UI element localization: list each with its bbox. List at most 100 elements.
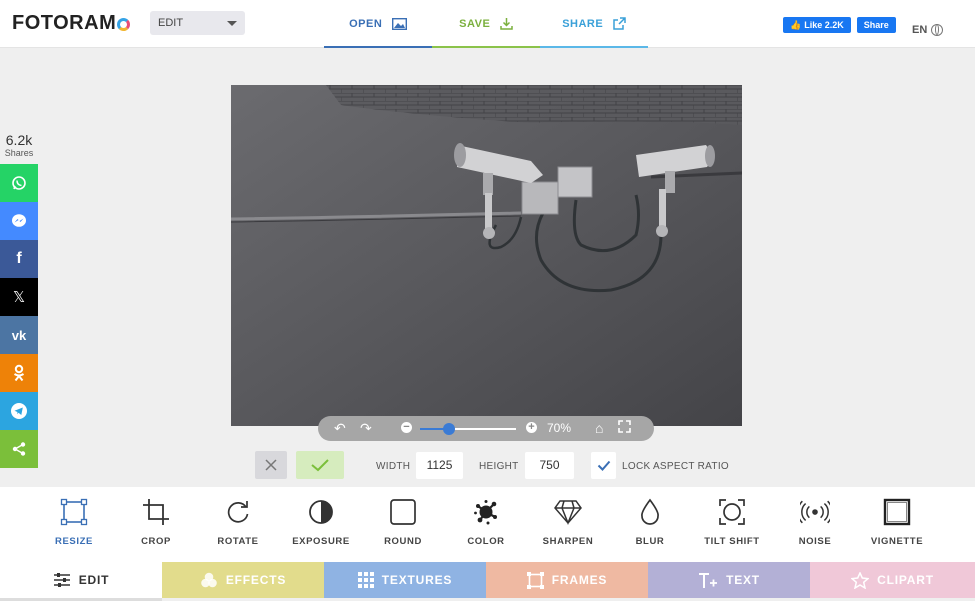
x-icon: 𝕏 — [12, 288, 26, 306]
undo-icon: ↶ — [334, 420, 346, 436]
tool-tilt-shift[interactable]: TILT SHIFT — [692, 487, 772, 562]
crop-icon — [143, 499, 169, 525]
download-icon — [500, 18, 513, 30]
open-label: OPEN — [349, 18, 383, 30]
exposure-icon — [309, 500, 333, 524]
tool-label: NOISE — [798, 536, 832, 547]
checkmark-icon — [597, 460, 610, 471]
tool-label: RESIZE — [55, 536, 93, 547]
tool-label: EXPOSURE — [292, 536, 350, 547]
save-button[interactable]: SAVE — [432, 0, 540, 48]
tab-text[interactable]: TEXT — [648, 562, 810, 598]
chevron-down-icon — [227, 21, 237, 26]
x-share-button[interactable]: 𝕏 — [0, 278, 38, 316]
effects-icon — [201, 572, 217, 588]
open-button[interactable]: OPEN — [324, 0, 432, 48]
sliders-icon — [53, 573, 70, 587]
tool-noise[interactable]: NOISE — [775, 487, 855, 562]
noise-icon — [800, 500, 830, 524]
facebook-share-side-button[interactable]: f — [0, 240, 38, 278]
vk-icon: vk — [11, 327, 27, 343]
tool-crop[interactable]: CROP — [116, 487, 196, 562]
tab-edit[interactable]: EDIT — [0, 562, 162, 601]
zoom-slider-handle[interactable] — [442, 423, 455, 435]
share-button[interactable]: SHARE — [540, 0, 648, 48]
tab-edit-label: EDIT — [78, 573, 110, 587]
tool-label: CROP — [141, 536, 171, 547]
zoom-in-button[interactable]: + — [526, 422, 537, 433]
apply-button[interactable] — [296, 451, 344, 479]
category-tabs: EDIT EFFECTS TEXTURES FRAMES TEXT CLIPAR… — [0, 562, 975, 601]
textures-icon — [357, 572, 374, 588]
facebook-like-label: Like 2.2K — [804, 20, 844, 30]
tool-resize[interactable]: RESIZE — [34, 487, 114, 562]
tab-clipart-label: CLIPART — [877, 573, 934, 587]
messenger-icon — [12, 214, 26, 227]
redo-button[interactable]: ↷ — [360, 420, 372, 436]
top-bar: FOTORAM EDIT OPEN SAVE SHARE 👍 Like 2.2K … — [0, 0, 975, 48]
tab-clipart[interactable]: CLIPART — [810, 562, 975, 598]
width-input[interactable]: 1125 — [416, 452, 463, 479]
whatsapp-share-button[interactable] — [0, 164, 38, 202]
facebook-like-button[interactable]: 👍 Like 2.2K — [783, 17, 851, 33]
fullscreen-icon — [618, 420, 631, 433]
tab-textures-label: TEXTURES — [381, 573, 453, 587]
frames-icon — [526, 571, 544, 589]
share-count-value: 6.2k — [5, 132, 33, 148]
tool-blur[interactable]: BLUR — [610, 487, 690, 562]
tab-text-label: TEXT — [726, 573, 760, 587]
undo-button[interactable]: ↶ — [334, 420, 346, 436]
tool-label: ROUND — [384, 536, 422, 547]
logo-o-icon — [117, 18, 131, 31]
check-icon — [311, 459, 329, 472]
logo[interactable]: FOTORAM — [12, 12, 131, 35]
tool-label: ROTATE — [217, 536, 259, 547]
zoom-percent: 70% — [547, 421, 572, 435]
zoom-toolbar: ↶ ↷ − + 70% ⌂ — [318, 416, 654, 441]
tool-sharpen[interactable]: SHARPEN — [528, 487, 608, 562]
more-share-button[interactable] — [0, 430, 38, 468]
share-icon — [12, 442, 26, 456]
clipart-icon — [851, 571, 870, 589]
messenger-share-button[interactable] — [0, 202, 38, 240]
fullscreen-button[interactable] — [618, 420, 631, 436]
odnoklassniki-icon — [13, 364, 25, 382]
tool-color[interactable]: COLOR — [446, 487, 526, 562]
cancel-button[interactable] — [255, 451, 287, 479]
tool-label: TILT SHIFT — [704, 536, 760, 547]
plus-icon: + — [528, 421, 535, 433]
redo-icon: ↷ — [360, 420, 372, 436]
resize-icon — [60, 498, 88, 526]
share-count: 6.2k Shares — [0, 132, 38, 158]
share-out-icon — [613, 17, 626, 30]
tool-vignette[interactable]: VIGNETTE — [857, 487, 937, 562]
tab-frames[interactable]: FRAMES — [486, 562, 648, 598]
tool-label: SHARPEN — [542, 536, 594, 547]
text-icon — [699, 572, 718, 588]
telegram-icon — [11, 403, 27, 419]
odnoklassniki-share-button[interactable] — [0, 354, 38, 392]
tool-rotate[interactable]: ROTATE — [198, 487, 278, 562]
round-icon — [390, 499, 416, 525]
vignette-icon — [883, 498, 911, 526]
mode-select-value: EDIT — [158, 17, 184, 29]
lock-aspect-checkbox[interactable] — [591, 452, 616, 479]
height-input[interactable]: 750 — [525, 452, 574, 479]
photo-canvas[interactable] — [231, 85, 742, 426]
tilt-shift-icon — [719, 499, 745, 525]
tab-textures[interactable]: TEXTURES — [324, 562, 486, 598]
zoom-out-button[interactable]: − — [401, 422, 412, 433]
whatsapp-icon — [12, 176, 26, 190]
tab-effects-label: EFFECTS — [225, 573, 287, 587]
tab-effects[interactable]: EFFECTS — [162, 562, 324, 598]
zoom-slider[interactable] — [420, 423, 516, 435]
facebook-share-button[interactable]: Share — [856, 17, 896, 33]
telegram-share-button[interactable] — [0, 392, 38, 430]
mode-select[interactable]: EDIT — [150, 11, 245, 35]
diamond-icon — [554, 500, 582, 525]
vk-share-button[interactable]: vk — [0, 316, 38, 354]
fit-button[interactable]: ⌂ — [595, 420, 603, 436]
tool-exposure[interactable]: EXPOSURE — [281, 487, 361, 562]
tool-round[interactable]: ROUND — [363, 487, 443, 562]
language-selector[interactable]: EN — [912, 24, 944, 36]
